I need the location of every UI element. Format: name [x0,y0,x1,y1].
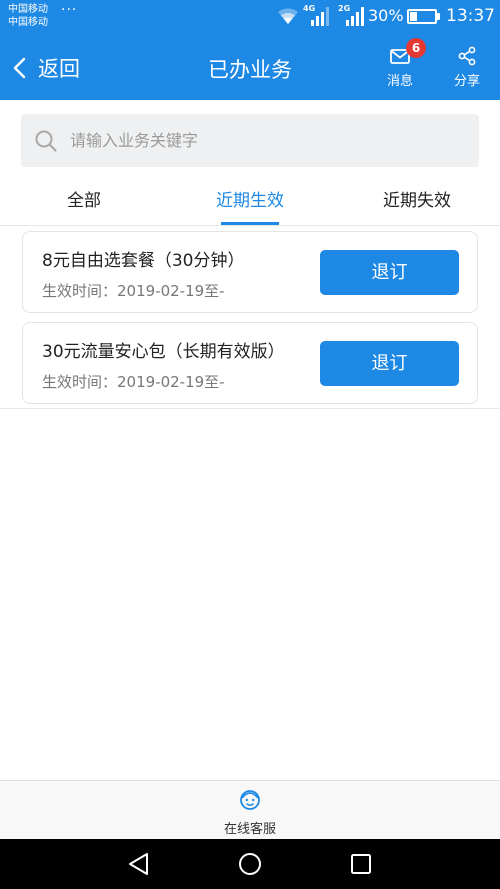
active-tab-indicator [221,222,279,225]
service-name: 8元自由选套餐（30分钟） [42,251,245,271]
more-notifications-dots: ··· [61,2,78,18]
service-card: 30元流量安心包（长期有效版） 生效时间：2019-02-19至- 退订 [22,322,478,404]
list-divider [0,408,500,409]
online-service-label: 在线客服 [223,822,276,837]
service-effective-time: 生效时间：2019-02-19至- [42,282,225,300]
search-input[interactable] [70,131,450,150]
top-bar: 中国移动 中国移动 ··· 4G 2G 30% 13:37 返回 已办业务 6 … [0,0,500,100]
search-icon [35,130,57,152]
carrier-1: 中国移动 [8,4,48,15]
share-label: 分享 [453,74,480,89]
bottom-service-bar: 在线客服 [0,780,500,839]
status-bar: 中国移动 中国移动 ··· 4G 2G 30% 13:37 [0,0,500,34]
signal-bars-icon [346,7,364,26]
messages-label: 消息 [386,74,413,89]
unsubscribe-button[interactable]: 退订 [320,250,459,295]
tab-recently-expired[interactable]: 近期失效 [357,186,477,211]
signal-4g: 4G [303,4,333,26]
signal-2g: 2G [338,4,368,26]
service-effective-time: 生效时间：2019-02-19至- [42,373,225,391]
wifi-icon [278,8,298,24]
triangle-back-icon[interactable] [126,851,152,877]
system-nav-bar [0,839,500,889]
customer-service-icon [240,790,260,810]
battery-icon [407,9,437,24]
circle-home-icon[interactable] [237,851,263,877]
chevron-left-icon [13,57,26,79]
unsubscribe-button[interactable]: 退订 [320,341,459,386]
battery-level [410,12,417,21]
share-button[interactable]: 分享 [442,42,492,94]
carrier-2: 中国移动 [8,17,48,28]
share-icon [458,46,476,66]
search-bar[interactable] [21,114,479,167]
tab-bar: 全部 近期生效 近期失效 [0,178,500,226]
square-recent-icon[interactable] [348,851,374,877]
tab-all[interactable]: 全部 [24,186,144,211]
app-header: 返回 已办业务 6 消息 分享 [0,34,500,100]
service-name: 30元流量安心包（长期有效版） [42,342,285,362]
messages-button[interactable]: 6 消息 [375,38,426,94]
signal-bars-icon [311,7,329,26]
service-card: 8元自由选套餐（30分钟） 生效时间：2019-02-19至- 退订 [22,231,478,313]
carrier-info: 中国移动 中国移动 [8,3,48,29]
battery-tip [437,13,440,20]
back-label: 返回 [38,57,80,81]
online-service-button[interactable]: 在线客服 [210,784,290,838]
clock: 13:37 [446,6,495,26]
back-button[interactable]: 返回 [10,48,80,88]
battery-percent: 30% [368,6,404,25]
message-badge: 6 [406,38,426,58]
tab-recently-effective[interactable]: 近期生效 [190,186,310,211]
